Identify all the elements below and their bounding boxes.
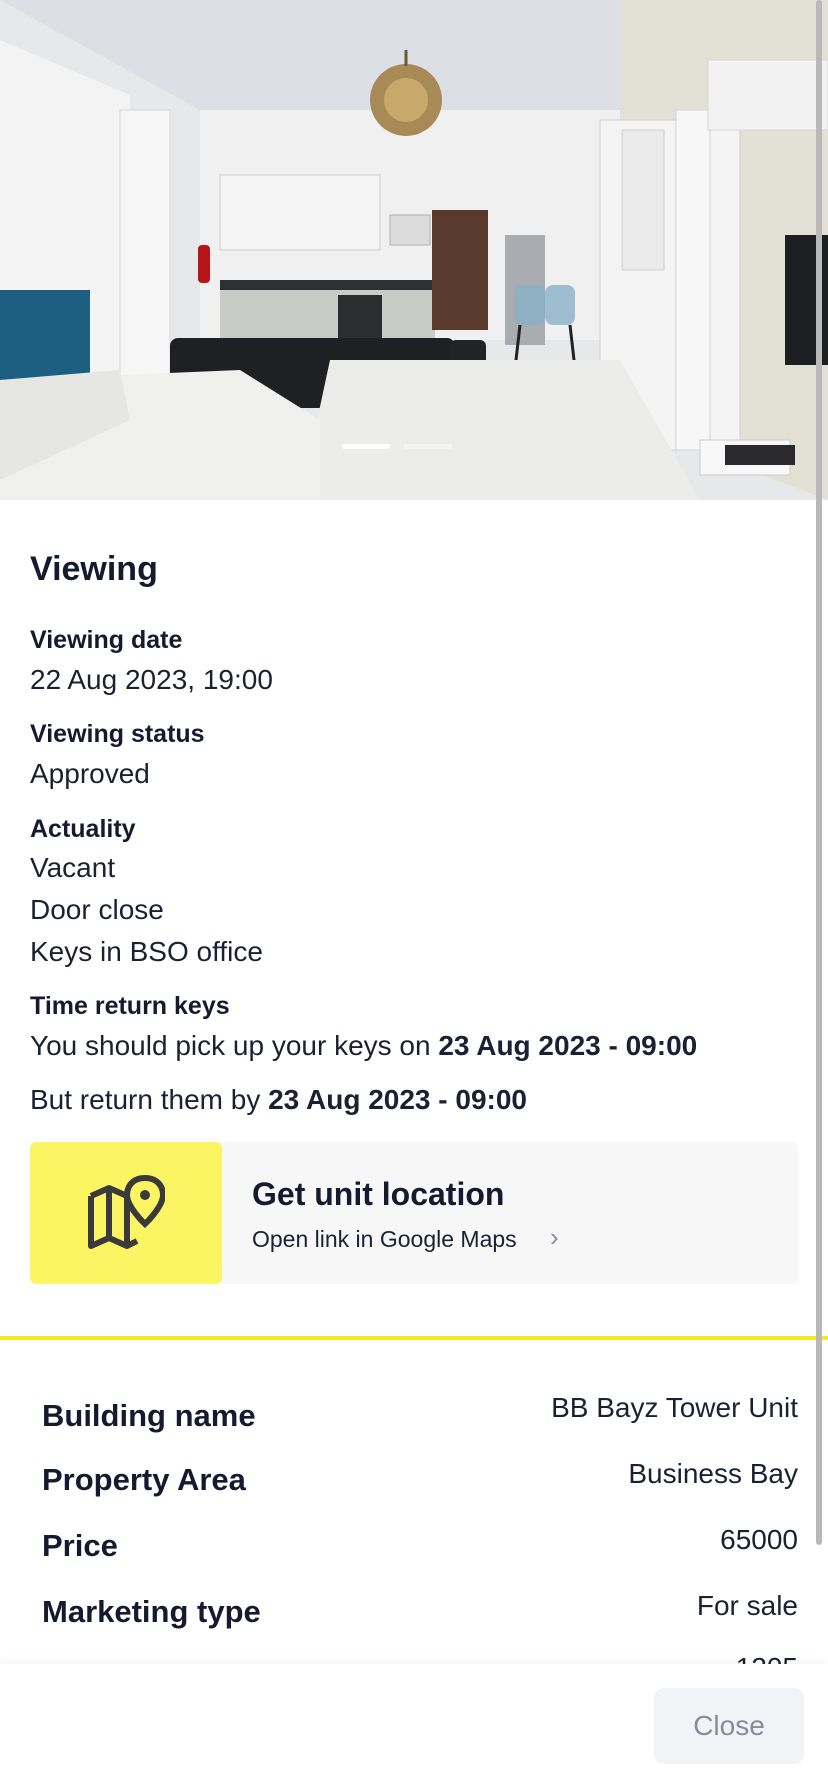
- footer-bar: Close: [0, 1664, 828, 1791]
- location-subtitle[interactable]: Open link in Google Maps: [252, 1226, 517, 1253]
- section-title: Viewing: [30, 550, 158, 588]
- return-keys-text: But return them by 23 Aug 2023 - 09:00: [30, 1084, 527, 1116]
- detail-value: BB Bayz Tower Unit: [551, 1392, 798, 1423]
- viewing-detail-screen: Viewing Viewing date 22 Aug 2023, 19:00 …: [0, 0, 828, 1791]
- detail-label: Property Area: [42, 1462, 246, 1497]
- detail-value: 65000: [720, 1524, 798, 1555]
- detail-value: Business Bay: [628, 1458, 798, 1489]
- detail-label: Marketing type: [42, 1594, 261, 1629]
- actuality-value: Door close: [30, 894, 164, 925]
- map-icon-container: [30, 1142, 222, 1284]
- time-return-keys-label: Time return keys: [30, 992, 230, 1020]
- scrollbar-thumb[interactable]: [816, 0, 822, 1545]
- pickup-keys-text: You should pick up your keys on 23 Aug 2…: [30, 1030, 697, 1062]
- property-photo-carousel[interactable]: [0, 0, 828, 500]
- return-time: 23 Aug 2023 - 09:00: [268, 1084, 527, 1115]
- detail-label: Price: [42, 1528, 118, 1563]
- property-photo: [0, 0, 828, 500]
- close-button[interactable]: Close: [654, 1688, 804, 1764]
- return-prefix: But return them by: [30, 1084, 269, 1115]
- scrollbar[interactable]: [816, 0, 824, 1550]
- pickup-time: 23 Aug 2023 - 09:00: [438, 1030, 698, 1061]
- actuality-value: Vacant: [30, 852, 116, 883]
- actuality-value: Keys in BSO office: [30, 936, 263, 967]
- detail-row-property-area: Property Area Business Bay: [0, 1458, 828, 1508]
- viewing-status-label: Viewing status: [30, 720, 205, 748]
- viewing-date-label: Viewing date: [30, 626, 183, 654]
- location-title: Get unit location: [252, 1176, 505, 1212]
- detail-row-marketing-type: Marketing type For sale: [0, 1590, 828, 1640]
- actuality-label: Actuality: [30, 815, 136, 843]
- detail-row-price: Price 65000: [0, 1524, 828, 1574]
- viewing-status-value: Approved: [30, 758, 150, 789]
- carousel-indicator: [0, 444, 828, 450]
- chevron-right-icon: ›: [550, 1222, 559, 1252]
- carousel-dot-active[interactable]: [342, 444, 390, 449]
- carousel-dot[interactable]: [404, 444, 452, 449]
- section-divider: [0, 1336, 828, 1340]
- pickup-prefix: You should pick up your keys on: [30, 1030, 439, 1061]
- viewing-date-value: 22 Aug 2023, 19:00: [30, 664, 273, 695]
- detail-value: For sale: [696, 1590, 798, 1621]
- detail-row-building-name: Building name BB Bayz Tower Unit: [0, 1392, 828, 1442]
- map-pin-icon: [88, 1174, 165, 1249]
- get-unit-location-card[interactable]: Get unit location Open link in Google Ma…: [30, 1142, 798, 1284]
- detail-label: Building name: [42, 1398, 256, 1433]
